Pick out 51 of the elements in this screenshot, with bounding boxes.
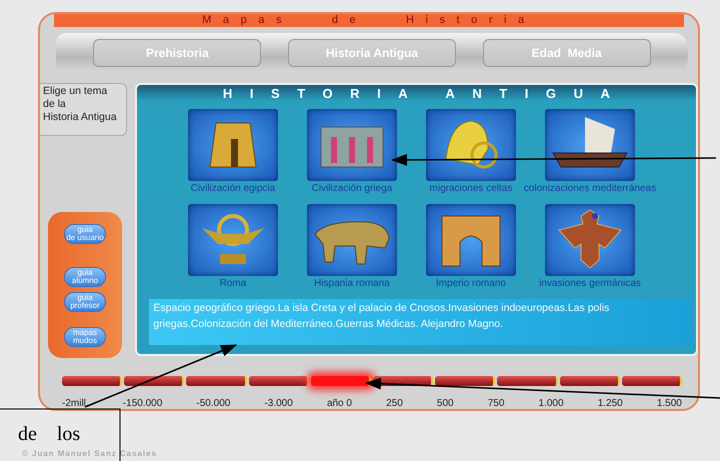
topic-label[interactable]: Hispania romana xyxy=(314,278,390,289)
guide-button[interactable]: mapas mudos xyxy=(64,327,106,347)
topic-tile[interactable] xyxy=(426,109,516,181)
timeline-label: -3.000 xyxy=(264,398,293,409)
pylon-drawing xyxy=(209,122,256,168)
timeline-label: 1.000 xyxy=(538,398,564,409)
timeline-label: -2mill. xyxy=(62,398,89,409)
copyright-text: © Juan Manuel Sanz Casales xyxy=(22,449,157,458)
eagle-standard-drawing xyxy=(202,214,264,264)
helmet-drawing xyxy=(445,120,498,168)
topic-label[interactable]: colonizaciones mediterráneas xyxy=(524,183,656,194)
topic-description: Espacio geográfico griego.La isla Creta y el palacio de Cnosos.Invasiones indoeuropeas.Las polis griegas.Colonización del Mediterráneo.Guerras Médicas. Alejandro Magno. xyxy=(149,299,692,345)
guide-button[interactable]: guia profesor xyxy=(64,292,106,312)
topic-label[interactable]: migraciones celtas xyxy=(430,183,512,194)
arch-drawing xyxy=(441,216,500,266)
topic-tile[interactable] xyxy=(544,109,635,181)
topic-label[interactable]: Imperio romano xyxy=(436,278,506,289)
timeline-label: 500 xyxy=(436,398,454,409)
timeline-segment[interactable] xyxy=(62,376,122,386)
topic-label[interactable]: invasiones germánicas xyxy=(539,278,641,289)
timeline-segment[interactable] xyxy=(560,376,620,386)
topic-tile[interactable] xyxy=(306,204,397,276)
panel-title: HISTORIA ANTIGUA xyxy=(222,86,628,101)
guide-button[interactable]: guia alumno xyxy=(64,267,106,287)
topic-label[interactable]: Civilización griega xyxy=(312,183,392,194)
topic-label[interactable]: Civilización egipcia xyxy=(190,183,276,194)
timeline-label: -150.000 xyxy=(122,398,162,409)
timeline-segment[interactable] xyxy=(310,376,372,386)
app-title: Mapas de Historia xyxy=(54,14,684,27)
timeline-segment[interactable] xyxy=(186,376,247,386)
timeline-label: 250 xyxy=(386,398,403,409)
timeline-label: 750 xyxy=(488,398,504,409)
timeline-segment[interactable] xyxy=(435,376,496,386)
timeline-segment[interactable] xyxy=(622,376,682,386)
timeline-label: 1.500 xyxy=(656,398,682,409)
timeline-segment[interactable] xyxy=(124,376,184,386)
timeline-label: 1.250 xyxy=(598,398,623,409)
topic-tile[interactable] xyxy=(188,204,278,276)
topic-tile[interactable] xyxy=(544,204,635,276)
topic-label[interactable]: Roma xyxy=(220,278,246,289)
timeline-segment[interactable] xyxy=(497,376,558,386)
eagle-brooch-drawing xyxy=(558,209,622,269)
prompt-text: Elige un tema de la Historia Antigua xyxy=(40,83,127,136)
guide-button[interactable]: guia de usuario xyxy=(64,224,106,244)
topic-tile[interactable] xyxy=(426,204,516,276)
timeline-label: -50.000 xyxy=(196,398,230,409)
topic-tile[interactable] xyxy=(188,109,278,181)
timeline-label: año 0 xyxy=(326,398,352,409)
colonnade-drawing xyxy=(320,126,384,168)
annotation-text: de los xyxy=(18,423,80,446)
topic-tile[interactable] xyxy=(306,109,397,181)
